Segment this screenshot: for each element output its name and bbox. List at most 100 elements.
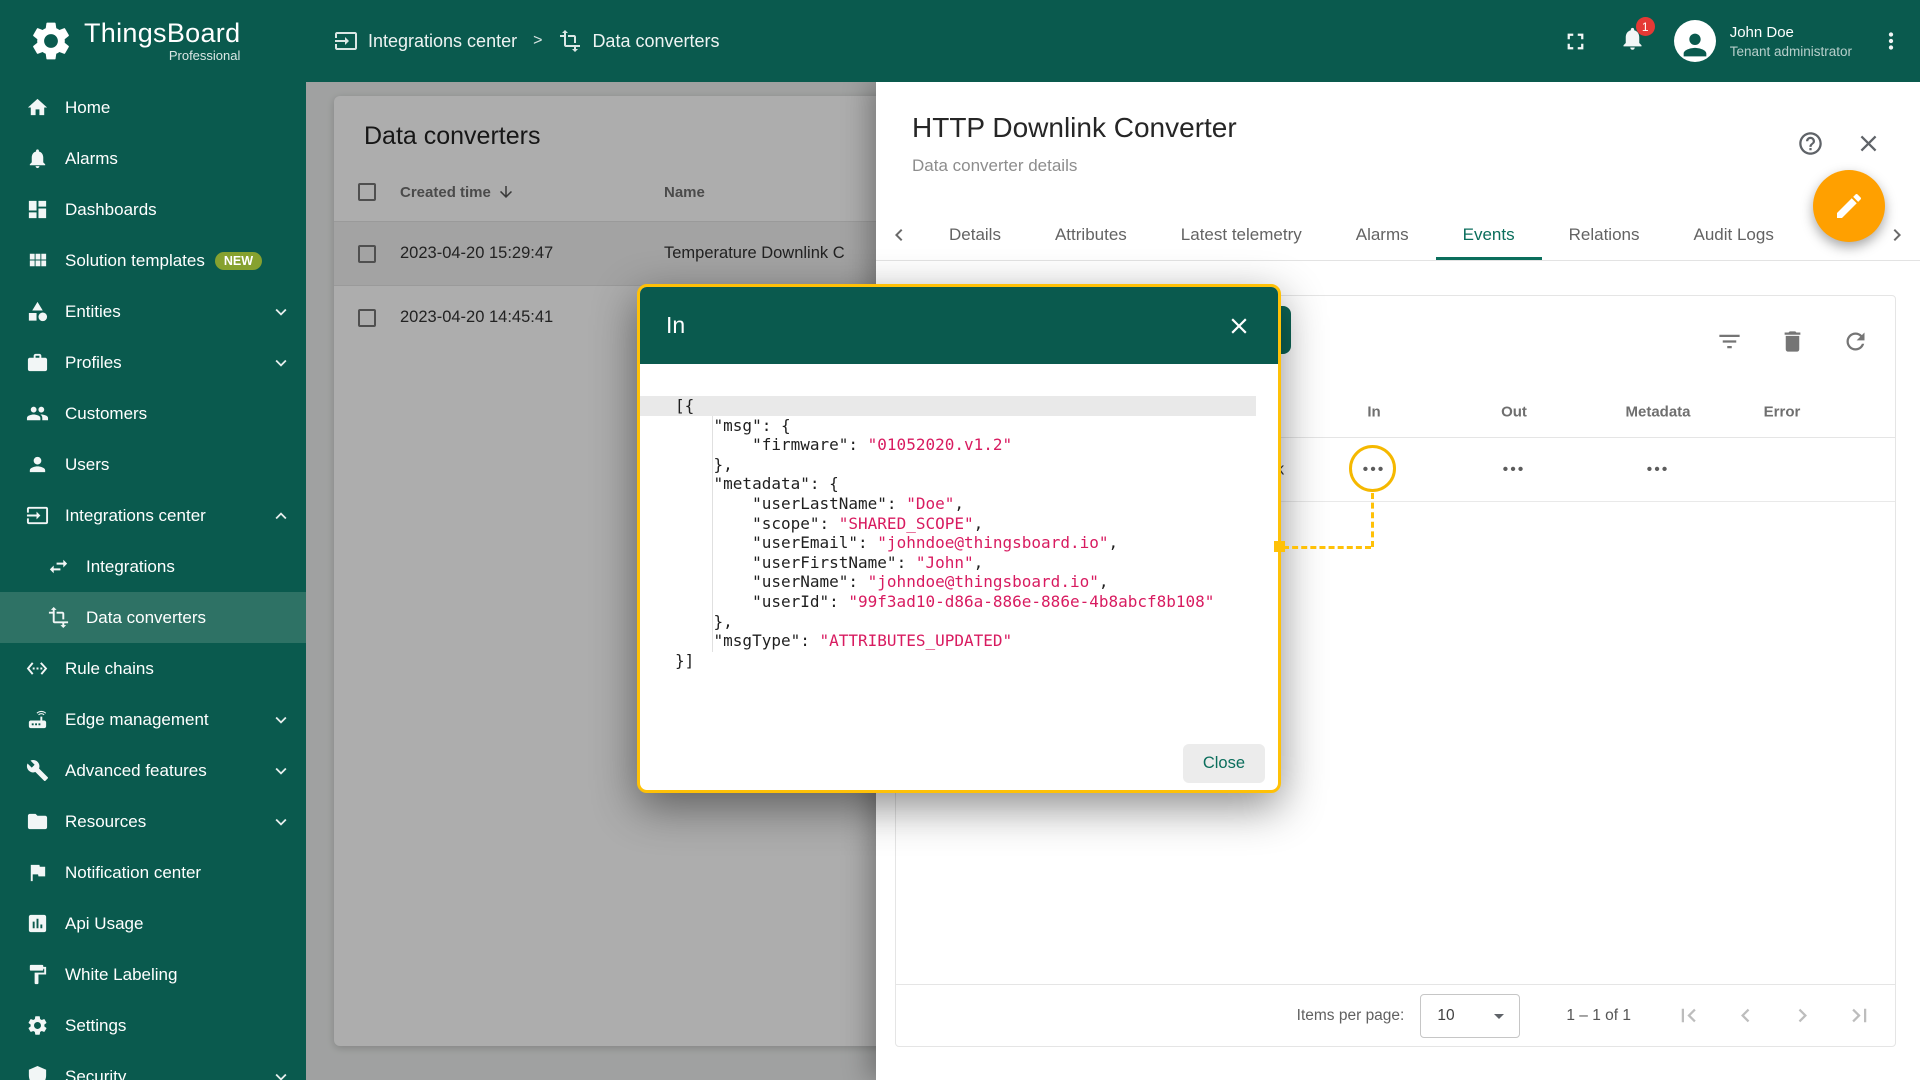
- code-line: "userId": "99f3ad10-d86a-886e-886e-4b8ab…: [752, 591, 1215, 611]
- close-button[interactable]: Close: [1182, 744, 1265, 783]
- json-code-viewer[interactable]: [{ "msg": { "firmware": "01052020.v1.2" …: [640, 396, 1278, 670]
- items-per-page-select[interactable]: 10: [1420, 993, 1521, 1038]
- sidebar-item-label: White Labeling: [65, 964, 178, 984]
- sidebar-item-entities[interactable]: Entities: [0, 286, 306, 337]
- sidebar-item-label: Notification center: [65, 862, 202, 882]
- pagination-range: 1 – 1 of 1: [1566, 1006, 1631, 1024]
- sidebar-item-white-labeling[interactable]: White Labeling: [0, 949, 306, 1000]
- sidebar-item-customers[interactable]: Customers: [0, 388, 306, 439]
- sidebar-item-label: Resources: [65, 811, 147, 831]
- next-page-icon[interactable]: [1789, 1002, 1816, 1029]
- more-menu-icon[interactable]: [1878, 28, 1904, 54]
- avatar[interactable]: [1673, 20, 1716, 62]
- last-page-icon[interactable]: [1846, 1002, 1873, 1029]
- previous-page-icon[interactable]: [1732, 1002, 1759, 1029]
- chevron-down-icon: [270, 811, 292, 833]
- code-line: "userFirstName": "John",: [752, 552, 984, 572]
- sidebar-item-users[interactable]: Users: [0, 439, 306, 490]
- sidebar-item-dashboards[interactable]: Dashboards: [0, 184, 306, 235]
- sidebar-item-rule-chains[interactable]: Rule chains: [0, 643, 306, 694]
- sidebar-item-integrations[interactable]: Integrations: [0, 541, 306, 592]
- chevron-down-icon: [270, 352, 292, 374]
- delete-icon[interactable]: [1779, 328, 1806, 355]
- sidebar-item-advanced-features[interactable]: Advanced features: [0, 745, 306, 796]
- sidebar-item-resources[interactable]: Resources: [0, 796, 306, 847]
- first-page-icon[interactable]: [1675, 1002, 1702, 1029]
- drawer-close-icon[interactable]: [1855, 130, 1882, 157]
- sidebar-item-edge-management[interactable]: Edge management: [0, 694, 306, 745]
- chevron-down-icon: [270, 760, 292, 782]
- tabs-bar: Details Attributes Latest telemetry Alarms E…: [876, 209, 1920, 261]
- dialog-header: In: [640, 287, 1278, 364]
- tab-latest-telemetry[interactable]: Latest telemetry: [1154, 209, 1329, 260]
- code-line: "metadata": {: [713, 474, 839, 494]
- tab-attributes[interactable]: Attributes: [1028, 209, 1154, 260]
- sidebar-item-home[interactable]: Home: [0, 82, 306, 133]
- rule-chains-icon: [26, 657, 49, 680]
- dashboards-icon: [26, 198, 49, 221]
- sidebar-item-solution-templates[interactable]: Solution templates NEW: [0, 235, 306, 286]
- out-content-button[interactable]: •••: [1503, 461, 1526, 479]
- sidebar-item-label: Users: [65, 454, 110, 474]
- drawer-subtitle: Data converter details: [912, 156, 1078, 175]
- pagination-controls: [1675, 1002, 1873, 1029]
- logo-title: ThingsBoard: [84, 18, 241, 49]
- sidebar-item-alarms[interactable]: Alarms: [0, 133, 306, 184]
- data-converters-icon: [47, 606, 70, 629]
- code-line: "firmware": "01052020.v1.2": [752, 435, 1013, 455]
- integrations-center-icon: [334, 29, 358, 53]
- edit-pencil-icon: [1833, 190, 1865, 222]
- fullscreen-icon[interactable]: [1562, 28, 1589, 55]
- security-icon: [26, 1065, 49, 1080]
- refresh-icon[interactable]: [1842, 328, 1869, 355]
- help-icon[interactable]: [1797, 130, 1824, 157]
- sidebar-item-settings[interactable]: Settings: [0, 1000, 306, 1051]
- filter-icon[interactable]: [1716, 328, 1743, 355]
- integrations-center-icon: [26, 504, 49, 527]
- sidebar-item-label: Rule chains: [65, 658, 154, 678]
- edge-management-icon: [26, 708, 49, 731]
- solution-templates-icon: [26, 249, 49, 272]
- sidebar-item-security[interactable]: Security: [0, 1051, 306, 1080]
- dialog-body: [{ "msg": { "firmware": "01052020.v1.2" …: [640, 364, 1278, 790]
- avatar-person-icon: [1678, 28, 1712, 62]
- sidebar-item-api-usage[interactable]: Api Usage: [0, 898, 306, 949]
- sidebar-item-label: Settings: [65, 1015, 127, 1035]
- edit-fab-button[interactable]: [1813, 170, 1885, 242]
- sidebar-item-notification-center[interactable]: Notification center: [0, 847, 306, 898]
- resources-icon: [26, 810, 49, 833]
- annotation-connector-vertical: [1371, 493, 1374, 547]
- metadata-content-button[interactable]: •••: [1647, 461, 1670, 479]
- column-metadata: Metadata: [1625, 403, 1691, 420]
- sidebar-item-label: Customers: [65, 403, 148, 423]
- chevron-left-icon: [887, 223, 911, 247]
- code-line: },: [675, 611, 733, 631]
- column-error: Error: [1763, 403, 1801, 420]
- alarms-icon: [26, 147, 49, 170]
- sidebar-item-data-converters[interactable]: Data converters: [0, 592, 306, 643]
- sidebar-item-label: Security: [65, 1066, 127, 1080]
- dialog-close-icon[interactable]: [1226, 313, 1252, 339]
- annotation-connector-anchor: [1274, 541, 1285, 552]
- annotation-highlight-circle: [1349, 445, 1396, 492]
- tab-alarms[interactable]: Alarms: [1329, 209, 1436, 260]
- breadcrumb-separator: >: [533, 32, 543, 49]
- tab-events[interactable]: Events: [1436, 209, 1542, 260]
- column-out: Out: [1501, 403, 1527, 420]
- tabs-scroll-left[interactable]: [876, 209, 922, 260]
- tab-relations[interactable]: Relations: [1542, 209, 1667, 260]
- sidebar-item-integrations-center[interactable]: Integrations center: [0, 490, 306, 541]
- breadcrumb-label: Data converters: [592, 30, 720, 51]
- data-converters-icon: [558, 29, 582, 53]
- sidebar-item-profiles[interactable]: Profiles: [0, 337, 306, 388]
- thingsboard-logo[interactable]: ThingsBoard Professional: [0, 18, 306, 64]
- breadcrumb-integrations-center[interactable]: Integrations center: [334, 29, 517, 53]
- user-name: John Doe: [1729, 23, 1794, 41]
- tab-audit-logs[interactable]: Audit Logs: [1667, 209, 1801, 260]
- notifications-button[interactable]: 1: [1619, 17, 1655, 57]
- code-line: [{: [640, 396, 1256, 416]
- breadcrumb-data-converters[interactable]: Data converters: [558, 29, 720, 53]
- tabs-strip: Details Attributes Latest telemetry Alarms E…: [922, 209, 1874, 260]
- chevron-right-icon: [1885, 223, 1909, 247]
- tab-details[interactable]: Details: [922, 209, 1028, 260]
